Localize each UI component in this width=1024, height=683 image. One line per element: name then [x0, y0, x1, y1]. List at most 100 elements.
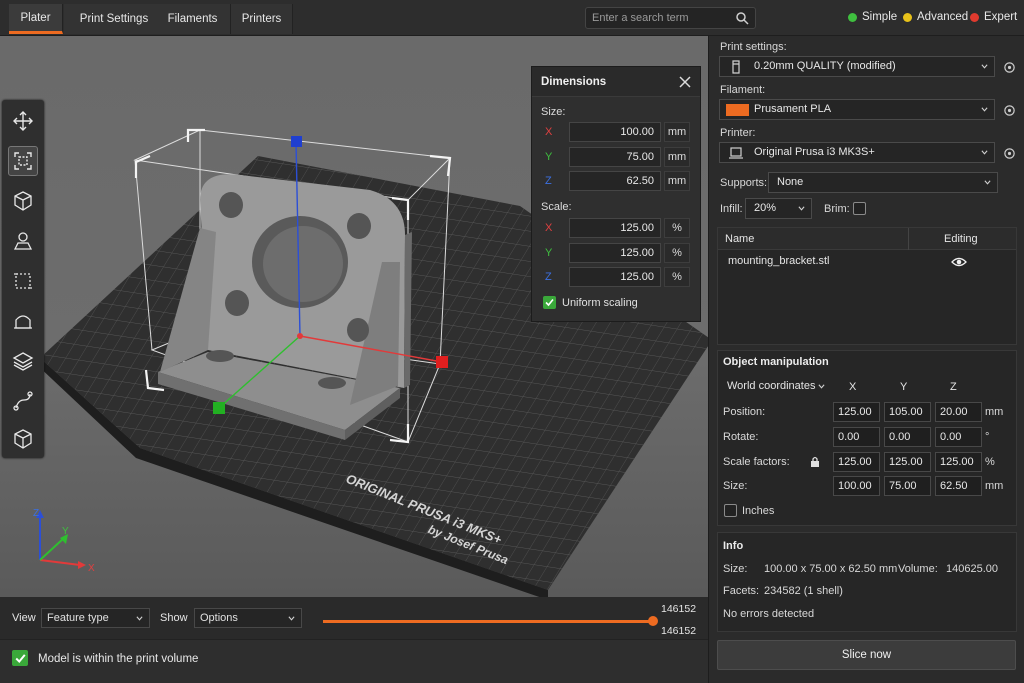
chevron-down-icon — [981, 107, 988, 112]
axis-y-header: Y — [900, 381, 908, 393]
size-y-input[interactable]: 75.00 — [569, 147, 661, 167]
chevron-down-icon — [136, 616, 143, 621]
view-type-select[interactable]: Feature type — [41, 608, 150, 628]
info-facets-value: 234582 (1 shell) — [764, 585, 843, 597]
seam-paint-button[interactable] — [8, 386, 38, 416]
tab-printers[interactable]: Printers — [231, 4, 293, 34]
filament-select[interactable]: Prusament PLA — [719, 99, 995, 120]
scale-y-axis-label: Y — [545, 247, 553, 259]
chevron-down-icon — [818, 384, 825, 389]
coordinates-select[interactable]: World coordinates — [723, 376, 829, 396]
axis-x-header: X — [849, 381, 857, 393]
chevron-down-icon — [981, 64, 988, 69]
printer-select[interactable]: Original Prusa i3 MK3S+ — [719, 142, 995, 163]
size-z-input[interactable]: 62.50 — [569, 171, 661, 191]
tab-print-settings[interactable]: Print Settings — [64, 4, 165, 34]
scale-tool-button[interactable] — [8, 146, 38, 176]
scale-z-input[interactable]: 125.00 — [569, 267, 661, 287]
move-tool-button[interactable] — [8, 106, 38, 136]
scale-x-input[interactable]: 125.00 — [569, 218, 661, 238]
size-y-field[interactable]: 75.00 — [884, 476, 931, 496]
print-settings-label: Print settings: — [720, 41, 787, 53]
gear-icon[interactable] — [1003, 104, 1016, 117]
lock-icon[interactable] — [810, 456, 820, 468]
status-bar: Model is within the print volume — [0, 639, 708, 683]
gear-icon[interactable] — [1003, 147, 1016, 160]
place-on-face-button[interactable] — [8, 226, 38, 256]
object-list-header: Name Editing — [718, 228, 1016, 250]
search-input[interactable]: Enter a search term — [585, 7, 756, 29]
brim-label: Brim: — [824, 203, 850, 215]
rotate-x-input[interactable]: 0.00 — [833, 427, 880, 447]
mode-simple[interactable]: Simple — [848, 11, 897, 23]
scale-z-unit: % — [664, 267, 690, 287]
search-icon[interactable] — [735, 11, 749, 25]
preview-bottom-bar: View Feature type Show Options 146152 14… — [0, 597, 708, 683]
tab-plater[interactable]: Plater — [9, 4, 63, 34]
size-x-field[interactable]: 100.00 — [833, 476, 880, 496]
size-x-unit: mm — [664, 122, 690, 142]
position-y-input[interactable]: 105.00 — [884, 402, 931, 422]
eye-icon[interactable] — [951, 256, 967, 268]
mode-advanced[interactable]: Advanced — [903, 11, 968, 23]
layers-button[interactable] — [8, 346, 38, 376]
mode-label: Simple — [862, 11, 898, 23]
tab-label: Print Settings — [79, 13, 149, 25]
chevron-down-icon — [984, 180, 991, 185]
scale-y-input[interactable]: 125.00 — [569, 243, 661, 263]
column-name-header[interactable]: Name — [725, 233, 754, 245]
layer-slider-handle[interactable] — [648, 616, 658, 626]
brim-checkbox[interactable] — [853, 202, 866, 215]
mode-expert[interactable]: Expert — [970, 11, 1017, 23]
print-settings-select[interactable]: 0.20mm QUALITY (modified) — [719, 56, 995, 77]
slice-now-button[interactable]: Slice now — [717, 640, 1016, 670]
supports-select[interactable]: None — [768, 172, 998, 193]
coordinates-value: World coordinates — [727, 380, 816, 392]
position-x-input[interactable]: 125.00 — [833, 402, 880, 422]
show-label: Show — [160, 612, 188, 624]
size-label: Size: — [723, 480, 748, 492]
scale-x-unit: % — [664, 218, 690, 238]
rotate-tool-button[interactable] — [8, 186, 38, 216]
scale-factor-x-input[interactable]: 125.00 — [833, 452, 880, 472]
scale-factors-label: Scale factors: — [723, 456, 790, 468]
position-unit: mm — [985, 406, 1004, 418]
info-volume-label: Volume: — [898, 563, 938, 575]
printer-label: Printer: — [720, 127, 756, 139]
infill-select[interactable]: 20% — [745, 198, 812, 219]
filament-color-swatch — [726, 104, 749, 116]
size-x-input[interactable]: 100.00 — [569, 122, 661, 142]
position-label: Position: — [723, 406, 766, 418]
size-y-axis-label: Y — [545, 151, 553, 163]
object-row[interactable]: mounting_bracket.stl — [718, 252, 1016, 272]
scale-icon — [14, 152, 32, 170]
uniform-scaling-checkbox[interactable]: Uniform scaling — [543, 296, 638, 309]
scale-factor-y-input[interactable]: 125.00 — [884, 452, 931, 472]
info-volume-value: 140625.00 — [946, 563, 998, 575]
layer-slider-track[interactable] — [323, 620, 653, 623]
gizmo-toolbar — [2, 100, 44, 458]
size-z-field[interactable]: 62.50 — [935, 476, 982, 496]
inches-checkbox[interactable] — [724, 504, 737, 517]
scale-factor-z-input[interactable]: 125.00 — [935, 452, 982, 472]
infill-label: Infill: — [720, 203, 743, 215]
position-z-input[interactable]: 20.00 — [935, 402, 982, 422]
object-name: mounting_bracket.stl — [728, 255, 830, 267]
column-editing-header[interactable]: Editing — [944, 233, 978, 245]
inches-label: Inches — [742, 505, 775, 517]
rotate-z-input[interactable]: 0.00 — [935, 427, 982, 447]
slice-now-label: Slice now — [841, 649, 892, 661]
show-options-select[interactable]: Options — [194, 608, 302, 628]
cut-tool-button[interactable] — [8, 266, 38, 296]
seam-icon — [13, 391, 33, 411]
rotate-y-input[interactable]: 0.00 — [884, 427, 931, 447]
tab-filaments[interactable]: Filaments — [155, 4, 231, 34]
scale-label: Scale: — [541, 201, 572, 213]
close-icon[interactable] — [678, 75, 692, 89]
gear-icon[interactable] — [1003, 61, 1016, 74]
printer-icon — [729, 147, 743, 159]
axis-x-label: X — [88, 563, 95, 574]
size-x-axis-label: X — [545, 126, 553, 138]
supports-paint-button[interactable] — [8, 306, 38, 336]
measure-button[interactable] — [8, 424, 38, 454]
